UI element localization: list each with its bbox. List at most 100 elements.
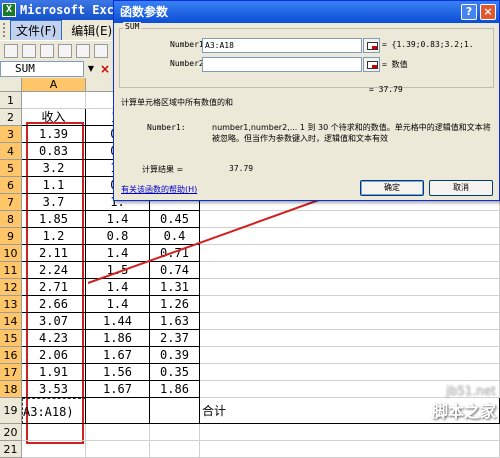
cell-d17[interactable] bbox=[200, 364, 500, 381]
cell-a8[interactable]: 1.85 bbox=[22, 211, 86, 228]
cancel-button[interactable]: 取消 bbox=[429, 180, 493, 196]
cell-a6[interactable]: 1.1 bbox=[22, 177, 86, 194]
ok-button[interactable]: 确定 bbox=[360, 180, 424, 196]
row-header-2[interactable]: 2 bbox=[0, 109, 22, 126]
cell-b10[interactable]: 1.4 bbox=[86, 245, 150, 262]
print-preview-icon[interactable] bbox=[94, 43, 108, 58]
cell-c11[interactable]: 0.74 bbox=[150, 262, 200, 279]
row-header-8[interactable]: 8 bbox=[0, 211, 22, 228]
cell-a2[interactable]: 收入 bbox=[22, 109, 86, 126]
row-header-1[interactable]: 1 bbox=[0, 92, 22, 109]
new-file-icon[interactable] bbox=[4, 43, 18, 58]
cell-a17[interactable]: 1.91 bbox=[22, 364, 86, 381]
cell-d16[interactable] bbox=[200, 347, 500, 364]
number2-input[interactable] bbox=[202, 57, 362, 72]
row-header-19[interactable]: 19 bbox=[0, 398, 22, 424]
cell-d9[interactable] bbox=[200, 228, 500, 245]
cell-b18[interactable]: 1.67 bbox=[86, 381, 150, 398]
cell-c10[interactable]: 0.71 bbox=[150, 245, 200, 262]
cell-a7[interactable]: 3.7 bbox=[22, 194, 86, 211]
cell-b11[interactable]: 1.5 bbox=[86, 262, 150, 279]
cell-a12[interactable]: 2.71 bbox=[22, 279, 86, 296]
row-header-6[interactable]: 6 bbox=[0, 177, 22, 194]
cell-a18[interactable]: 3.53 bbox=[22, 381, 86, 398]
cell-a9[interactable]: 1.2 bbox=[22, 228, 86, 245]
cell-b14[interactable]: 1.44 bbox=[86, 313, 150, 330]
cell-a16[interactable]: 2.06 bbox=[22, 347, 86, 364]
open-folder-icon[interactable] bbox=[22, 43, 36, 58]
cell-c15[interactable]: 2.37 bbox=[150, 330, 200, 347]
cell-b8[interactable]: 1.4 bbox=[86, 211, 150, 228]
row-header-11[interactable]: 11 bbox=[0, 262, 22, 279]
cancel-formula-icon[interactable]: × bbox=[98, 61, 112, 77]
collapse-dialog-icon[interactable] bbox=[363, 38, 380, 53]
row-header-16[interactable]: 16 bbox=[0, 347, 22, 364]
row-header-3[interactable]: 3 bbox=[0, 126, 22, 143]
row-header-13[interactable]: 13 bbox=[0, 296, 22, 313]
cell-c20[interactable] bbox=[150, 424, 200, 441]
cell-a15[interactable]: 4.23 bbox=[22, 330, 86, 347]
cell-a10[interactable]: 2.11 bbox=[22, 245, 86, 262]
cell-d10[interactable] bbox=[200, 245, 500, 262]
dialog-title-bar[interactable]: 函数参数 ? × bbox=[114, 1, 499, 23]
cell-a20[interactable] bbox=[22, 424, 86, 441]
cell-c19[interactable] bbox=[150, 398, 200, 424]
row-header-7[interactable]: 7 bbox=[0, 194, 22, 211]
cell-b15[interactable]: 1.86 bbox=[86, 330, 150, 347]
cell-b12[interactable]: 1.4 bbox=[86, 279, 150, 296]
row-header-10[interactable]: 10 bbox=[0, 245, 22, 262]
row-header-9[interactable]: 9 bbox=[0, 228, 22, 245]
cell-b16[interactable]: 1.67 bbox=[86, 347, 150, 364]
row-header-17[interactable]: 17 bbox=[0, 364, 22, 381]
number1-input[interactable]: A3:A18 bbox=[202, 38, 362, 53]
cell-d14[interactable] bbox=[200, 313, 500, 330]
row-header-21[interactable]: 21 bbox=[0, 441, 22, 458]
cell-d8[interactable] bbox=[200, 211, 500, 228]
close-icon[interactable]: × bbox=[480, 4, 496, 20]
cell-a14[interactable]: 3.07 bbox=[22, 313, 86, 330]
cell-d11[interactable] bbox=[200, 262, 500, 279]
cell-b21[interactable] bbox=[86, 441, 150, 458]
cell-c12[interactable]: 1.31 bbox=[150, 279, 200, 296]
cell-a4[interactable]: 0.83 bbox=[22, 143, 86, 160]
cell-a21[interactable] bbox=[22, 441, 86, 458]
cell-d21[interactable] bbox=[200, 441, 500, 458]
menu-file[interactable]: 文件(F) bbox=[10, 19, 63, 41]
cell-d20[interactable] bbox=[200, 424, 500, 441]
row-header-5[interactable]: 5 bbox=[0, 160, 22, 177]
chevron-down-icon[interactable]: ▼ bbox=[84, 61, 98, 77]
row-header-14[interactable]: 14 bbox=[0, 313, 22, 330]
select-all-corner[interactable] bbox=[0, 78, 22, 92]
collapse-dialog-icon[interactable] bbox=[363, 57, 380, 72]
cell-c9[interactable]: 0.4 bbox=[150, 228, 200, 245]
help-icon[interactable]: ? bbox=[461, 4, 477, 20]
cell-c14[interactable]: 1.63 bbox=[150, 313, 200, 330]
cell-c18[interactable]: 1.86 bbox=[150, 381, 200, 398]
cell-a11[interactable]: 2.24 bbox=[22, 262, 86, 279]
cell-d12[interactable] bbox=[200, 279, 500, 296]
function-help-link[interactable]: 有关该函数的帮助(H) bbox=[121, 184, 197, 195]
row-header-20[interactable]: 20 bbox=[0, 424, 22, 441]
cell-b17[interactable]: 1.56 bbox=[86, 364, 150, 381]
cell-a3[interactable]: 1.39 bbox=[22, 126, 86, 143]
cell-a13[interactable]: 2.66 bbox=[22, 296, 86, 313]
cell-c8[interactable]: 0.45 bbox=[150, 211, 200, 228]
cell-d13[interactable] bbox=[200, 296, 500, 313]
cell-a19[interactable]: A3:A18) bbox=[22, 398, 86, 424]
cell-a1[interactable] bbox=[22, 92, 86, 109]
cell-c16[interactable]: 0.39 bbox=[150, 347, 200, 364]
print-icon[interactable] bbox=[76, 43, 90, 58]
cell-c13[interactable]: 1.26 bbox=[150, 296, 200, 313]
cell-b13[interactable]: 1.4 bbox=[86, 296, 150, 313]
row-header-15[interactable]: 15 bbox=[0, 330, 22, 347]
cell-c17[interactable]: 0.35 bbox=[150, 364, 200, 381]
row-header-18[interactable]: 18 bbox=[0, 381, 22, 398]
cell-b9[interactable]: 0.8 bbox=[86, 228, 150, 245]
row-header-12[interactable]: 12 bbox=[0, 279, 22, 296]
cell-d15[interactable] bbox=[200, 330, 500, 347]
name-box[interactable]: SUM bbox=[0, 61, 84, 77]
cell-a5[interactable]: 3.2 bbox=[22, 160, 86, 177]
permission-icon[interactable] bbox=[58, 43, 72, 58]
save-icon[interactable] bbox=[40, 43, 54, 58]
cell-b20[interactable] bbox=[86, 424, 150, 441]
